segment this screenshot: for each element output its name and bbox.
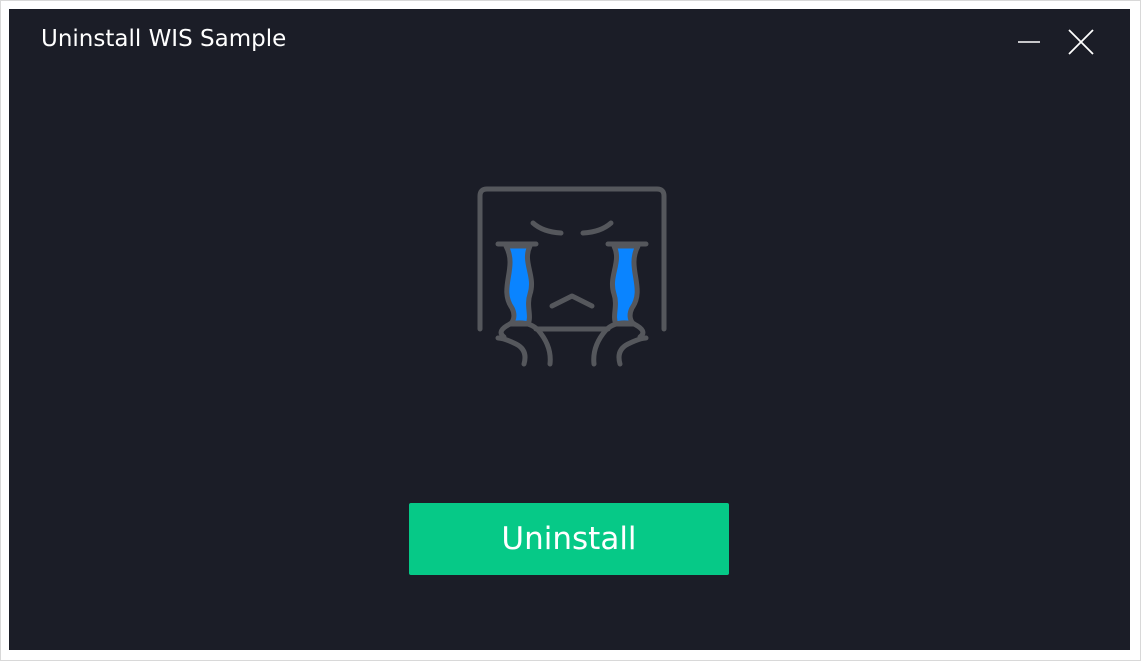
crying-face-illustration [466, 184, 676, 374]
window-title: Uninstall WIS Sample [41, 26, 287, 52]
minimize-button[interactable] [1009, 23, 1049, 61]
close-icon [1068, 29, 1094, 55]
crying-face-icon [477, 186, 667, 367]
uninstall-window: Uninstall WIS Sample Uninstall [9, 9, 1130, 650]
title-bar[interactable]: Uninstall WIS Sample [9, 9, 1130, 75]
minimize-icon [1018, 41, 1040, 43]
uninstall-button[interactable]: Uninstall [409, 503, 729, 575]
screenshot-frame: Uninstall WIS Sample Uninstall [0, 0, 1141, 661]
close-button[interactable] [1061, 23, 1101, 61]
